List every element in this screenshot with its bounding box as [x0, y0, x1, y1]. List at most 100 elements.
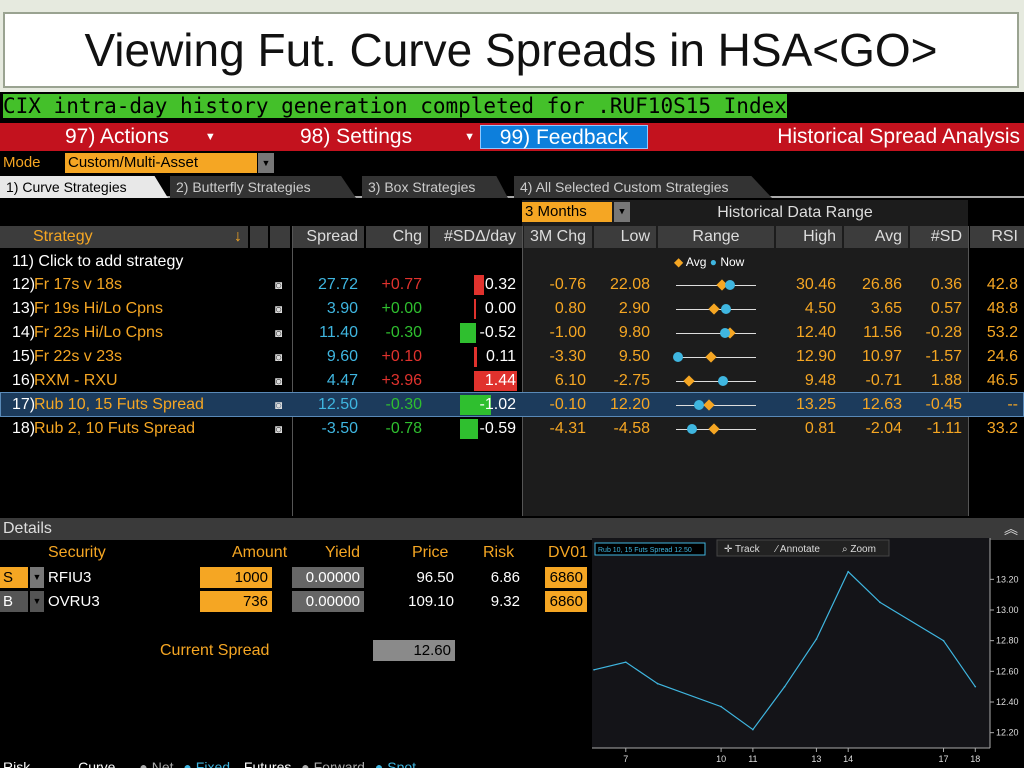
- net-radio[interactable]: ● Net: [139, 759, 173, 768]
- hdr-security: Security: [48, 544, 106, 561]
- row-num: 11): [12, 253, 34, 270]
- nsd-value: 0.57: [930, 300, 962, 317]
- mode-select[interactable]: Custom/Multi-Asset: [65, 153, 257, 173]
- zoom-button[interactable]: ⌕ Zoom: [842, 544, 876, 555]
- nsd-value: 0.36: [930, 276, 962, 293]
- bottom-options: Risk Curve ● Net ● Fixed Futures ● Forwa…: [3, 756, 583, 768]
- leg-yield-input[interactable]: 0.00000: [292, 591, 364, 612]
- col-strategy-label: Strategy: [33, 228, 93, 245]
- low-value: -2.75: [613, 372, 650, 389]
- period-select[interactable]: 3 Months: [522, 202, 612, 222]
- leg-price: 96.50: [416, 569, 454, 586]
- col-rsi[interactable]: RSI: [970, 226, 1024, 248]
- spread-value: 27.72: [317, 276, 358, 293]
- y-tick-label: 13.20: [996, 574, 1019, 584]
- col-sd-day[interactable]: #SDΔ/day: [430, 226, 522, 248]
- chevron-down-icon[interactable]: ▼: [30, 567, 44, 588]
- range-line: [676, 333, 756, 334]
- chevron-down-icon[interactable]: ▼: [614, 202, 630, 222]
- spread-history-chart[interactable]: Rub 10, 15 Futs Spread 12.50 ✛ Track ⁄ Ann…: [592, 538, 1024, 768]
- x-tick-label: 11: [748, 754, 757, 764]
- chart-icon[interactable]: ◙: [275, 417, 282, 441]
- hdr-price: Price: [412, 544, 449, 561]
- 3m-chg-value: -1.00: [549, 324, 586, 341]
- futures-label: Futures: [243, 759, 292, 768]
- risk-label: Risk: [3, 759, 31, 768]
- sd-day-value: -0.52: [479, 324, 516, 341]
- chevron-down-icon[interactable]: ▼: [258, 153, 274, 173]
- chart-icon[interactable]: ◙: [275, 321, 282, 345]
- hdr-dv01: DV01: [548, 544, 589, 561]
- low-value: 9.50: [618, 348, 650, 365]
- x-tick-label: 14: [843, 754, 853, 764]
- forward-label: Forward: [313, 759, 365, 768]
- leg-dv01-input[interactable]: 6860: [545, 567, 587, 588]
- tab-curve-strategies[interactable]: 1) Curve Strategies: [0, 176, 168, 198]
- history-range-title: Historical Data Range: [717, 204, 873, 221]
- chart-icon[interactable]: ◙: [275, 345, 282, 369]
- actions-menu[interactable]: 97) Actions ▼: [65, 123, 216, 151]
- add-strategy-label: Click to add strategy: [38, 253, 184, 270]
- 3m-chg-value: 6.10: [554, 372, 586, 389]
- y-tick-label: 12.60: [996, 666, 1019, 676]
- leg-amount-input[interactable]: 736: [200, 591, 272, 612]
- leg-side-select[interactable]: S: [0, 567, 28, 588]
- rsi-value: --: [1007, 396, 1018, 413]
- col-3m-chg[interactable]: 3M Chg: [524, 226, 592, 248]
- leg-risk: 6.86: [490, 569, 520, 586]
- chart-icon[interactable]: ◙: [275, 273, 282, 297]
- add-strategy-row[interactable]: 11) Click to add strategy: [12, 250, 183, 274]
- col-avg[interactable]: Avg: [844, 226, 908, 248]
- tab-all-selected[interactable]: 4) All Selected Custom Strategies: [514, 176, 772, 198]
- leg-dv01-input[interactable]: 6860: [545, 591, 587, 612]
- col-range[interactable]: Range: [658, 226, 774, 248]
- rsi-value: 48.8: [986, 300, 1018, 317]
- settings-menu[interactable]: 98) Settings ▼: [300, 123, 475, 151]
- column-divider: [968, 226, 969, 516]
- col-low[interactable]: Low: [594, 226, 656, 248]
- annotate-button[interactable]: ⁄ Annotate: [773, 544, 820, 555]
- 3m-chg-value: -0.10: [549, 396, 586, 413]
- chart-icon[interactable]: ◙: [275, 393, 282, 417]
- low-value: 9.80: [618, 324, 650, 341]
- col-spread[interactable]: Spread: [292, 226, 364, 248]
- chart-icon[interactable]: ◙: [275, 369, 282, 393]
- 3m-chg-value: -3.30: [549, 348, 586, 365]
- details-bar[interactable]: Details ︽: [0, 518, 1024, 540]
- y-tick-label: 12.40: [996, 697, 1019, 707]
- low-value: 2.90: [618, 300, 650, 317]
- avg-value: 10.97: [861, 348, 902, 365]
- column-divider: [522, 226, 523, 516]
- col-strategy[interactable]: Strategy ↓: [0, 226, 248, 248]
- spread-value: 4.47: [326, 372, 358, 389]
- feedback-button[interactable]: 99) Feedback: [480, 125, 648, 149]
- col-high[interactable]: High: [776, 226, 842, 248]
- current-spread-label: Current Spread: [160, 642, 270, 659]
- high-value: 9.48: [804, 372, 836, 389]
- spot-radio[interactable]: ● Spot: [375, 759, 416, 768]
- spread-value: -3.50: [321, 420, 358, 437]
- actions-label: 97) Actions: [65, 125, 169, 148]
- fixed-radio[interactable]: ● Fixed: [183, 759, 230, 768]
- chevron-down-icon[interactable]: ▼: [30, 591, 44, 612]
- nsd-value: 1.88: [930, 372, 962, 389]
- high-value: 0.81: [804, 420, 836, 437]
- forward-radio[interactable]: ● Forward: [301, 759, 365, 768]
- strategy-name: Fr 22s v 23s: [34, 348, 123, 365]
- tab-butterfly-strategies[interactable]: 2) Butterfly Strategies: [170, 176, 356, 198]
- track-button[interactable]: ✛ Track: [724, 544, 761, 555]
- leg-yield-input[interactable]: 0.00000: [292, 567, 364, 588]
- strategy-name: RXM - RXU: [34, 372, 118, 389]
- col-nsd[interactable]: #SD: [910, 226, 968, 248]
- app-title: Historical Spread Analysis: [777, 125, 1020, 148]
- avg-value: -2.04: [865, 420, 902, 437]
- leg-amount-input[interactable]: 1000: [200, 567, 272, 588]
- col-spacer: [250, 226, 268, 248]
- data-point: [624, 661, 627, 663]
- chart-icon[interactable]: ◙: [275, 297, 282, 321]
- strategy-tabs: 1) Curve Strategies 2) Butterfly Strateg…: [0, 176, 1024, 198]
- collapse-icon[interactable]: ︽: [1004, 518, 1018, 540]
- col-chg[interactable]: Chg: [366, 226, 428, 248]
- leg-side-select[interactable]: B: [0, 591, 28, 612]
- tab-box-strategies[interactable]: 3) Box Strategies: [362, 176, 508, 198]
